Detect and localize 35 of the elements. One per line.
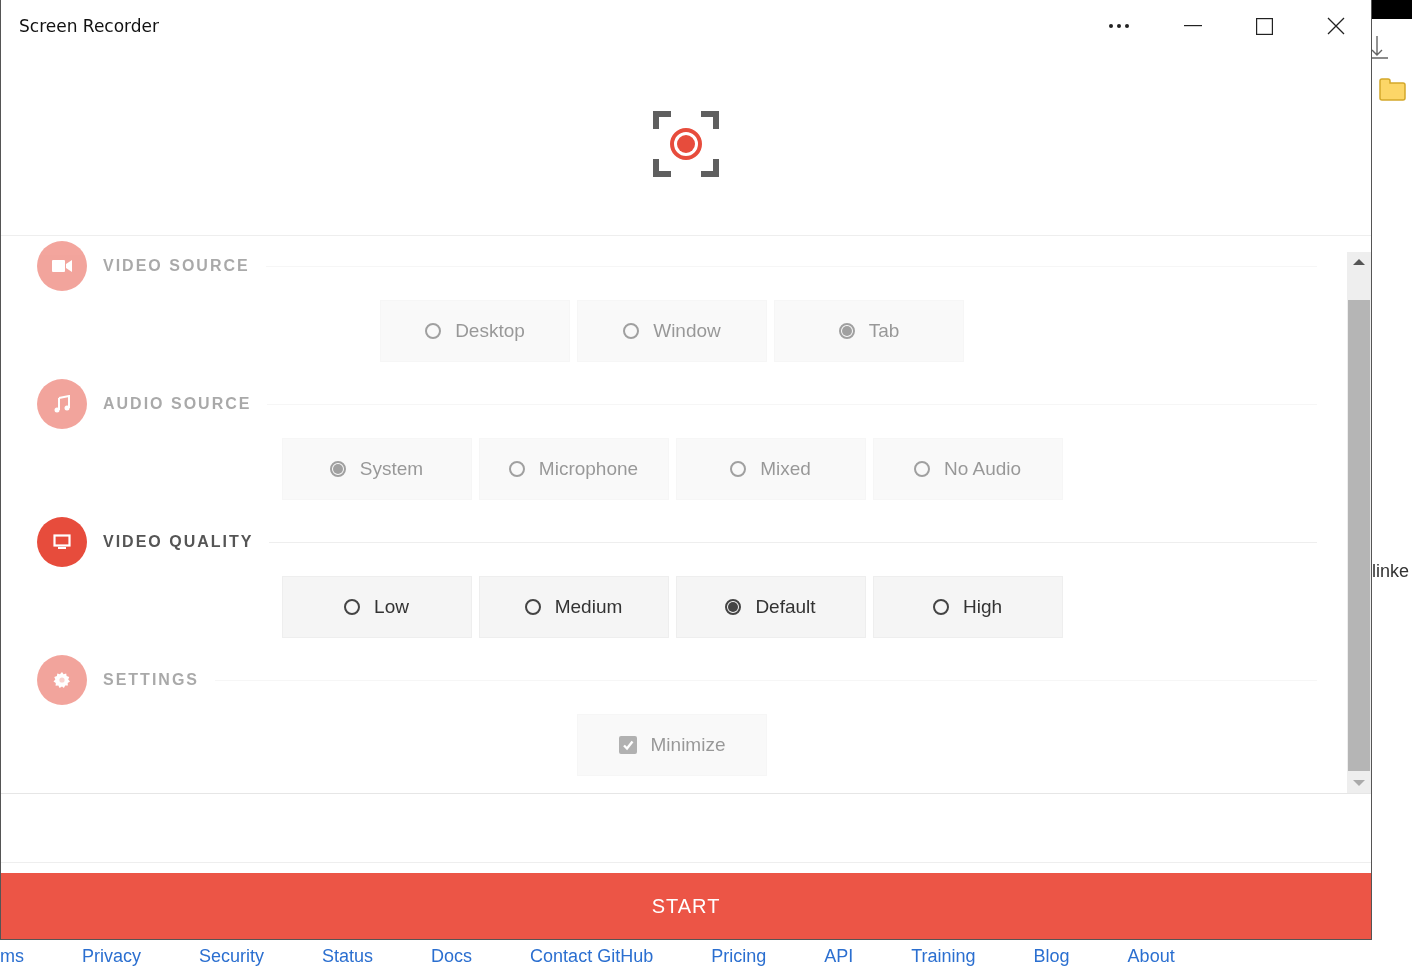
footer-link[interactable]: Pricing — [711, 945, 767, 967]
section-heading: AUDIO SOURCE — [103, 395, 252, 413]
footer-link[interactable]: About — [1127, 945, 1175, 967]
start-button[interactable]: START — [1, 873, 1371, 939]
footer-link[interactable]: Status — [322, 945, 374, 967]
footer-link[interactable]: ms — [0, 945, 24, 967]
footer-link[interactable]: Training — [911, 945, 976, 967]
footer-link[interactable]: Blog — [1033, 945, 1070, 967]
section-heading: SETTINGS — [103, 671, 199, 689]
radio-option[interactable]: Low — [281, 576, 472, 638]
camera-badge-icon — [37, 241, 87, 291]
background-toolbar — [1372, 0, 1412, 19]
minimize-icon[interactable] — [1184, 25, 1202, 27]
footer-link[interactable]: Privacy — [82, 945, 141, 967]
link-text[interactable]: linke — [1372, 561, 1410, 582]
footer-link[interactable]: Security — [199, 945, 265, 967]
gear-badge-icon — [37, 655, 87, 705]
music-note-badge-icon — [37, 379, 87, 429]
maximize-icon[interactable] — [1256, 17, 1273, 35]
section-heading: VIDEO QUALITY — [103, 533, 254, 551]
footer-link[interactable]: Docs — [431, 945, 473, 967]
window-title: Screen Recorder — [19, 16, 160, 36]
monitor-badge-icon — [37, 517, 87, 567]
scrollbar[interactable] — [1347, 252, 1371, 793]
radio-option[interactable]: Medium — [478, 576, 669, 638]
more-icon[interactable] — [1108, 23, 1130, 29]
download-icon[interactable] — [1372, 35, 1388, 59]
radio-option[interactable]: Default — [675, 576, 866, 638]
section-heading: VIDEO SOURCE — [103, 257, 250, 275]
close-icon[interactable] — [1327, 17, 1345, 35]
radio-option[interactable]: High — [872, 576, 1063, 638]
footer-link[interactable]: Contact GitHub — [530, 945, 654, 967]
record-logo-icon — [653, 110, 719, 177]
scroll-up-icon[interactable] — [1353, 258, 1365, 266]
footer-link[interactable]: API — [824, 945, 854, 967]
